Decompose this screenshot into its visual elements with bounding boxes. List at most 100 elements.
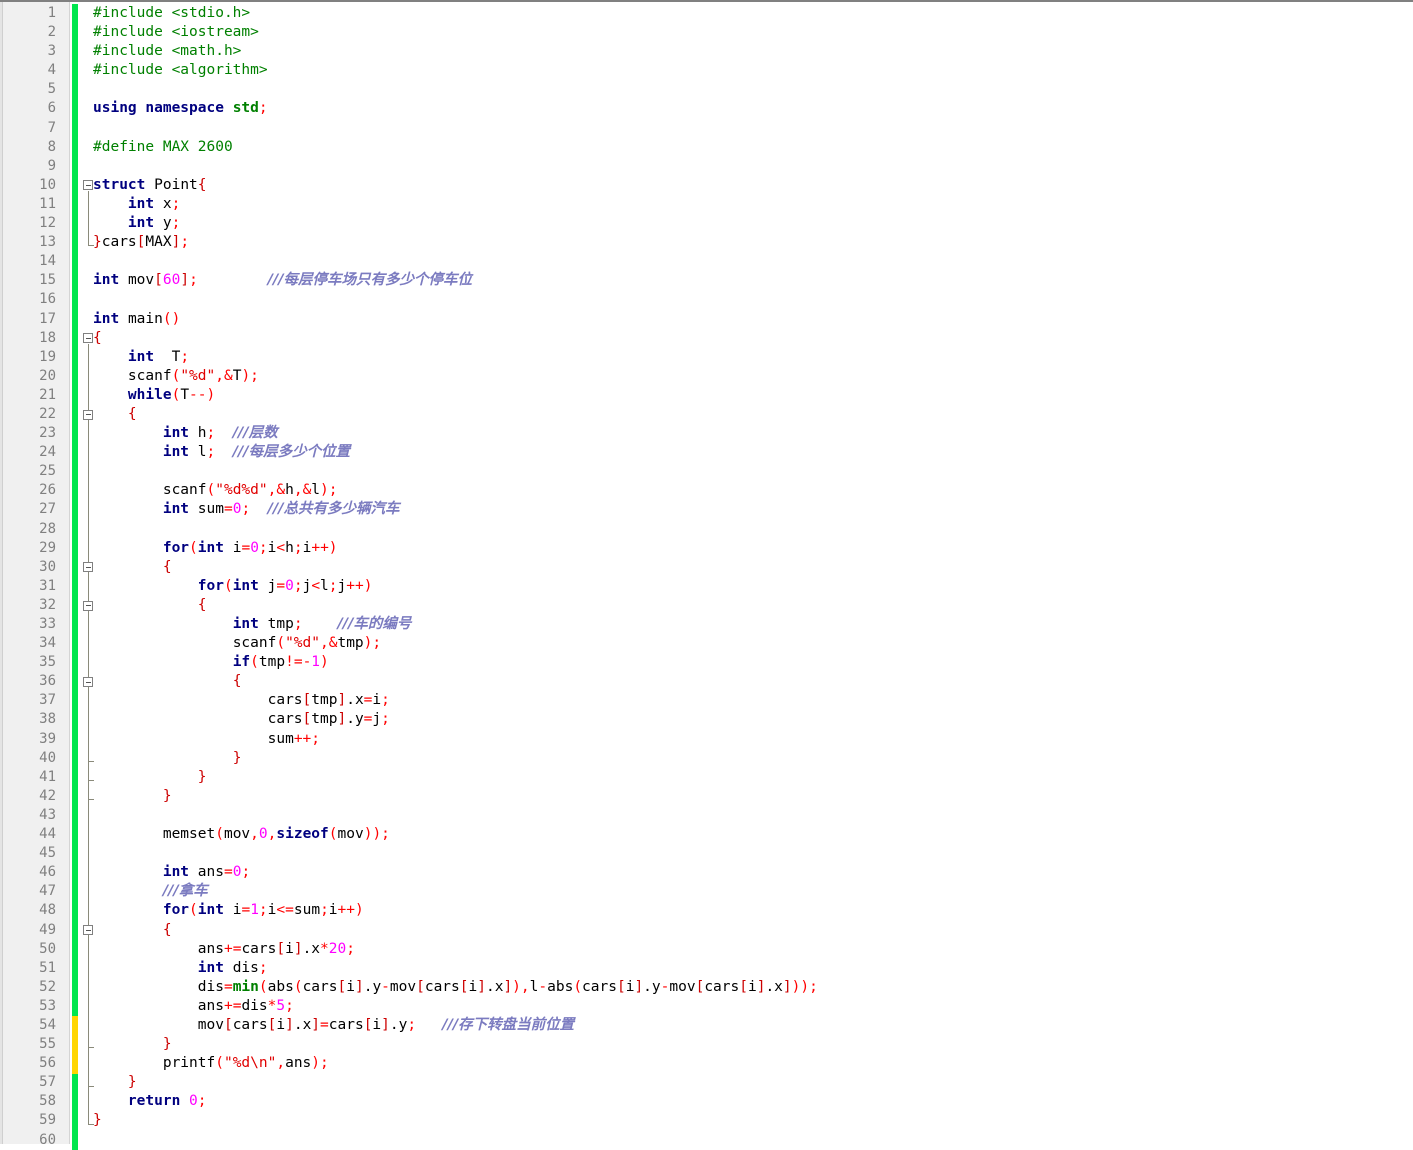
code-line[interactable]: using namespace std;: [93, 99, 1413, 118]
line-number: 38: [39, 711, 56, 728]
code-content[interactable]: #include <stdio.h> #include <iostream> #in…: [93, 2, 1413, 1150]
code-line[interactable]: scanf("%d",&tmp);: [93, 634, 1413, 653]
code-line[interactable]: int mov[60]; ///每层停车场只有多少个停车位: [93, 271, 1413, 290]
code-line[interactable]: #define MAX 2600: [93, 138, 1413, 157]
line-number: 30: [39, 558, 56, 575]
code-line[interactable]: #include <stdio.h>: [93, 4, 1413, 23]
line-number: 53: [39, 997, 56, 1014]
fold-toggle-icon[interactable]: [83, 180, 93, 191]
line-number: 9: [47, 157, 56, 174]
code-line[interactable]: int dis;: [93, 959, 1413, 978]
code-line[interactable]: }: [93, 1073, 1413, 1092]
code-line[interactable]: dis=min(abs(cars[i].y-mov[cars[i].x]),l-…: [93, 978, 1413, 997]
code-line[interactable]: }: [93, 1111, 1413, 1130]
line-number: 27: [39, 501, 56, 518]
code-line[interactable]: ans+=cars[i].x*20;: [93, 940, 1413, 959]
code-line[interactable]: int x;: [93, 195, 1413, 214]
line-number: 55: [39, 1036, 56, 1053]
code-line[interactable]: int y;: [93, 214, 1413, 233]
code-line[interactable]: int l; ///每层多少个位置: [93, 443, 1413, 462]
code-line[interactable]: }: [93, 1035, 1413, 1054]
code-line[interactable]: printf("%d\n",ans);: [93, 1054, 1413, 1073]
line-number: 23: [39, 425, 56, 442]
code-line[interactable]: {: [93, 329, 1413, 348]
code-line[interactable]: int main(): [93, 310, 1413, 329]
line-number: 26: [39, 482, 56, 499]
fold-toggle-icon[interactable]: [83, 409, 93, 420]
code-line[interactable]: int h; ///层数: [93, 424, 1413, 443]
change-bar-segment-modified: [72, 1016, 78, 1074]
code-line[interactable]: }: [93, 749, 1413, 768]
fold-toggle-icon[interactable]: [83, 677, 93, 687]
code-line[interactable]: struct Point{: [93, 176, 1413, 195]
code-line[interactable]: }: [93, 787, 1413, 806]
code-line[interactable]: while(T--): [93, 386, 1413, 405]
code-line[interactable]: [93, 119, 1413, 138]
code-line[interactable]: for(int i=1;i<=sum;i++): [93, 901, 1413, 920]
code-line[interactable]: for(int j=0;j<l;j++): [93, 577, 1413, 596]
code-line[interactable]: scanf("%d%d",&h,&l);: [93, 481, 1413, 500]
code-line[interactable]: cars[tmp].y=j;: [93, 710, 1413, 729]
code-line[interactable]: memset(mov,0,sizeof(mov));: [93, 825, 1413, 844]
line-number: 8: [47, 138, 56, 155]
line-number: 51: [39, 959, 56, 976]
line-number: 36: [39, 673, 56, 690]
line-number: 41: [39, 768, 56, 785]
fold-toggle-icon[interactable]: [83, 333, 93, 344]
code-line[interactable]: if(tmp!=-1): [93, 653, 1413, 672]
code-line[interactable]: for(int i=0;i<h;i++): [93, 539, 1413, 558]
code-editor[interactable]: 1 2 3 4 5 6 7 8 9 10 11 12 13 14 15 16 17 18 19 20 21 22 23 24 2…: [0, 0, 1413, 1150]
code-line[interactable]: {: [93, 672, 1413, 691]
line-number: 10: [39, 176, 56, 193]
code-line[interactable]: sum++;: [93, 730, 1413, 749]
code-line[interactable]: #include <math.h>: [93, 42, 1413, 61]
code-line[interactable]: int T;: [93, 348, 1413, 367]
code-line[interactable]: {: [93, 596, 1413, 615]
line-number: 13: [39, 234, 56, 251]
code-line[interactable]: [93, 290, 1413, 309]
fold-toggle-icon[interactable]: [83, 925, 93, 936]
code-line[interactable]: ///拿车: [93, 882, 1413, 901]
code-comment: ///每层多少个位置: [232, 444, 351, 461]
code-line[interactable]: [93, 520, 1413, 539]
code-line[interactable]: [93, 806, 1413, 825]
code-line[interactable]: }: [93, 768, 1413, 787]
line-number: 42: [39, 787, 56, 804]
line-number: 15: [39, 272, 56, 289]
code-line[interactable]: {: [93, 921, 1413, 940]
code-line[interactable]: [93, 80, 1413, 99]
line-number: 48: [39, 902, 56, 919]
code-line[interactable]: {: [93, 405, 1413, 424]
code-line[interactable]: ans+=dis*5;: [93, 997, 1413, 1016]
line-number: 52: [39, 978, 56, 995]
code-line[interactable]: }cars[MAX];: [93, 233, 1413, 252]
code-comment: ///存下转盘当前位置: [442, 1016, 575, 1033]
line-number: 44: [39, 826, 56, 843]
code-line[interactable]: [93, 462, 1413, 481]
code-line[interactable]: cars[tmp].x=i;: [93, 691, 1413, 710]
code-line[interactable]: int tmp; ///车的编号: [93, 615, 1413, 634]
line-number: 60: [39, 1131, 56, 1148]
line-number: 35: [39, 654, 56, 671]
fold-toggle-icon[interactable]: [83, 562, 93, 573]
code-line[interactable]: {: [93, 558, 1413, 577]
fold-toggle-icon[interactable]: [83, 600, 93, 611]
code-line[interactable]: scanf("%d",&T);: [93, 367, 1413, 386]
code-line[interactable]: [93, 252, 1413, 271]
code-line[interactable]: [93, 844, 1413, 863]
change-bar-segment-saved: [72, 1073, 78, 1150]
line-number: 59: [39, 1112, 56, 1129]
code-line[interactable]: #include <iostream>: [93, 23, 1413, 42]
line-number: 39: [39, 730, 56, 747]
line-number: 28: [39, 520, 56, 537]
code-line[interactable]: [93, 157, 1413, 176]
code-line[interactable]: [93, 1131, 1413, 1150]
line-number: 54: [39, 1016, 56, 1033]
line-number: 4: [47, 62, 56, 79]
code-line[interactable]: mov[cars[i].x]=cars[i].y; ///存下转盘当前位置: [93, 1016, 1413, 1035]
code-line[interactable]: int ans=0;: [93, 863, 1413, 882]
line-number: 56: [39, 1055, 56, 1072]
code-line[interactable]: return 0;: [93, 1092, 1413, 1111]
code-line[interactable]: int sum=0; ///总共有多少辆汽车: [93, 500, 1413, 519]
code-line[interactable]: #include <algorithm>: [93, 61, 1413, 80]
